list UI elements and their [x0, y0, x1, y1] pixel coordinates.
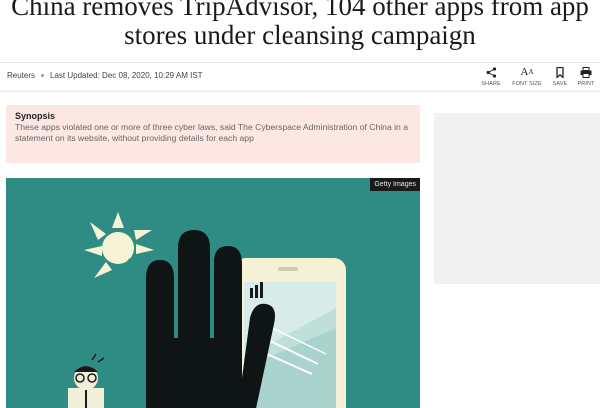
- sunburst-graphic: [84, 212, 154, 278]
- article-tools: SHARE AA FONT SIZE SAVE PRINT: [472, 66, 596, 90]
- share-button[interactable]: SHARE: [478, 66, 504, 90]
- sidebar-ad-slot: [434, 113, 600, 284]
- byline: Reuters Last Updated: Dec 08, 2020, 10:29…: [7, 71, 203, 80]
- article-meta-bar: Reuters Last Updated: Dec 08, 2020, 10:29…: [0, 62, 600, 92]
- hand-graphic: [146, 230, 275, 408]
- print-label: PRINT: [577, 81, 595, 87]
- save-label: SAVE: [552, 81, 568, 87]
- font-size-label: FONT SIZE: [512, 81, 542, 87]
- article-headline: China removes TripAdvisor, 104 other app…: [11, 0, 589, 50]
- printer-icon: [580, 66, 592, 79]
- image-credit: Getty Images: [370, 178, 420, 191]
- save-button[interactable]: SAVE: [550, 66, 570, 90]
- share-label: SHARE: [481, 81, 501, 87]
- print-button[interactable]: PRINT: [576, 66, 596, 90]
- article-source[interactable]: Reuters: [7, 71, 35, 80]
- hand-blocking-phone-illustration: [68, 212, 346, 408]
- font-size-button[interactable]: AA FONT SIZE: [510, 66, 544, 90]
- font-size-icon: AA: [520, 66, 534, 78]
- share-icon: [486, 66, 497, 79]
- last-updated: Last Updated: Dec 08, 2020, 10:29 AM IST: [50, 71, 203, 80]
- synopsis-title: Synopsis: [15, 111, 56, 121]
- article-hero-image[interactable]: Getty Images: [6, 178, 420, 408]
- bookmark-icon: [556, 66, 564, 79]
- synopsis-box: Synopsis These apps violated one or more…: [6, 105, 420, 163]
- separator-dot: [41, 73, 45, 77]
- synopsis-text: These apps violated one or more of three…: [15, 122, 408, 143]
